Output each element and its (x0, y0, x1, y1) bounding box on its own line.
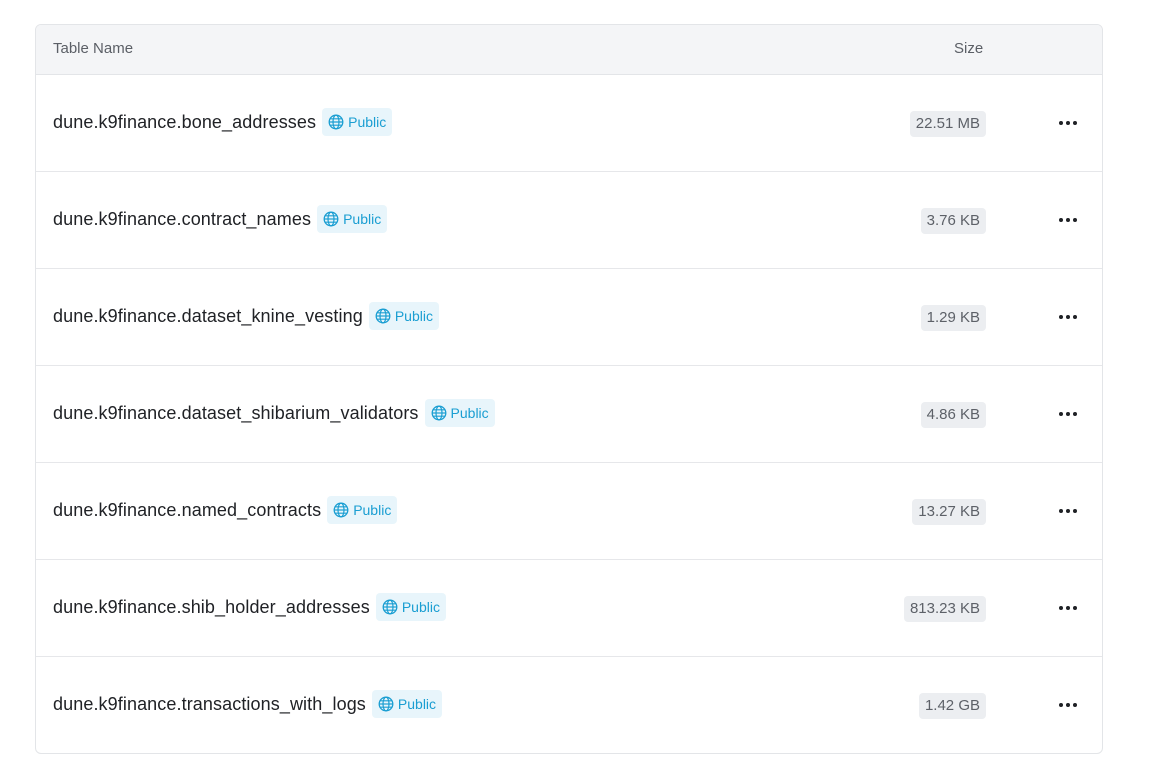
size-badge: 1.42 GB (918, 693, 986, 719)
more-options-button[interactable] (1055, 596, 1081, 620)
public-badge: Public (424, 399, 495, 427)
size-badge: 3.76 KB (920, 208, 986, 234)
globe-icon (382, 599, 398, 615)
table-header: Table Name Size (36, 25, 1102, 75)
public-badge-label: Public (450, 405, 489, 421)
public-badge: Public (371, 690, 443, 718)
more-horizontal-icon (1059, 606, 1063, 610)
more-options-button[interactable] (1055, 208, 1081, 232)
tables-list: Table Name Size dune.k9finance.bone_addr… (35, 24, 1103, 754)
more-options-button[interactable] (1055, 305, 1081, 329)
more-horizontal-icon (1059, 509, 1063, 513)
name-cell: dune.k9finance.dataset_shibarium_validat… (53, 399, 495, 427)
column-header-table-name[interactable]: Table Name (53, 40, 133, 57)
globe-icon (333, 502, 349, 518)
table-row[interactable]: dune.k9finance.dataset_shibarium_validat… (36, 366, 1102, 463)
table-row[interactable]: dune.k9finance.bone_addresses Public 22.… (36, 75, 1102, 172)
public-badge-label: Public (343, 211, 382, 227)
more-horizontal-icon (1059, 218, 1063, 222)
more-horizontal-icon (1059, 121, 1063, 125)
table-name-link[interactable]: dune.k9finance.transactions_with_logs (53, 694, 366, 715)
name-cell: dune.k9finance.named_contracts Public (53, 496, 398, 524)
public-badge: Public (317, 205, 388, 233)
table-name-link[interactable]: dune.k9finance.shib_holder_addresses (53, 597, 370, 618)
name-cell: dune.k9finance.transactions_with_logs Pu… (53, 690, 443, 718)
public-badge: Public (327, 496, 398, 524)
globe-icon (328, 114, 344, 130)
public-badge-label: Public (397, 696, 437, 712)
more-options-button[interactable] (1055, 111, 1081, 135)
public-badge: Public (322, 108, 393, 136)
table-name-link[interactable]: dune.k9finance.contract_names (53, 209, 311, 230)
table-name-link[interactable]: dune.k9finance.dataset_knine_vesting (53, 306, 363, 327)
public-badge-label: Public (348, 114, 387, 130)
public-badge: Public (375, 593, 446, 621)
globe-icon (431, 405, 446, 421)
table-row[interactable]: dune.k9finance.shib_holder_addresses Pub… (36, 560, 1102, 657)
globe-icon (375, 308, 391, 324)
size-badge: 22.51 MB (909, 111, 986, 137)
globe-icon (378, 696, 394, 712)
more-options-button[interactable] (1055, 693, 1081, 717)
table-row[interactable]: dune.k9finance.contract_names Public 3.7… (36, 172, 1102, 269)
table-row[interactable]: dune.k9finance.transactions_with_logs Pu… (36, 657, 1102, 753)
table-body: dune.k9finance.bone_addresses Public 22.… (36, 75, 1102, 753)
more-horizontal-icon (1059, 703, 1063, 707)
public-badge: Public (368, 302, 439, 330)
name-cell: dune.k9finance.bone_addresses Public (53, 108, 393, 136)
more-horizontal-icon (1059, 412, 1063, 416)
name-cell: dune.k9finance.shib_holder_addresses Pub… (53, 593, 446, 621)
globe-icon (323, 211, 339, 227)
column-header-size[interactable]: Size (954, 40, 983, 57)
table-row[interactable]: dune.k9finance.named_contracts Public 13… (36, 463, 1102, 560)
public-badge-label: Public (353, 502, 392, 518)
table-name-link[interactable]: dune.k9finance.dataset_shibarium_validat… (53, 403, 419, 424)
size-badge: 813.23 KB (903, 596, 986, 622)
more-horizontal-icon (1059, 315, 1063, 319)
size-badge: 1.29 KB (920, 305, 986, 331)
table-name-link[interactable]: dune.k9finance.bone_addresses (53, 112, 316, 133)
public-badge-label: Public (401, 599, 440, 615)
size-badge: 4.86 KB (920, 402, 986, 428)
more-options-button[interactable] (1055, 499, 1081, 523)
table-row[interactable]: dune.k9finance.dataset_knine_vesting Pub… (36, 269, 1102, 366)
name-cell: dune.k9finance.contract_names Public (53, 205, 388, 233)
name-cell: dune.k9finance.dataset_knine_vesting Pub… (53, 302, 439, 330)
size-badge: 13.27 KB (912, 499, 986, 525)
public-badge-label: Public (394, 308, 433, 324)
table-name-link[interactable]: dune.k9finance.named_contracts (53, 500, 321, 521)
more-options-button[interactable] (1055, 402, 1081, 426)
